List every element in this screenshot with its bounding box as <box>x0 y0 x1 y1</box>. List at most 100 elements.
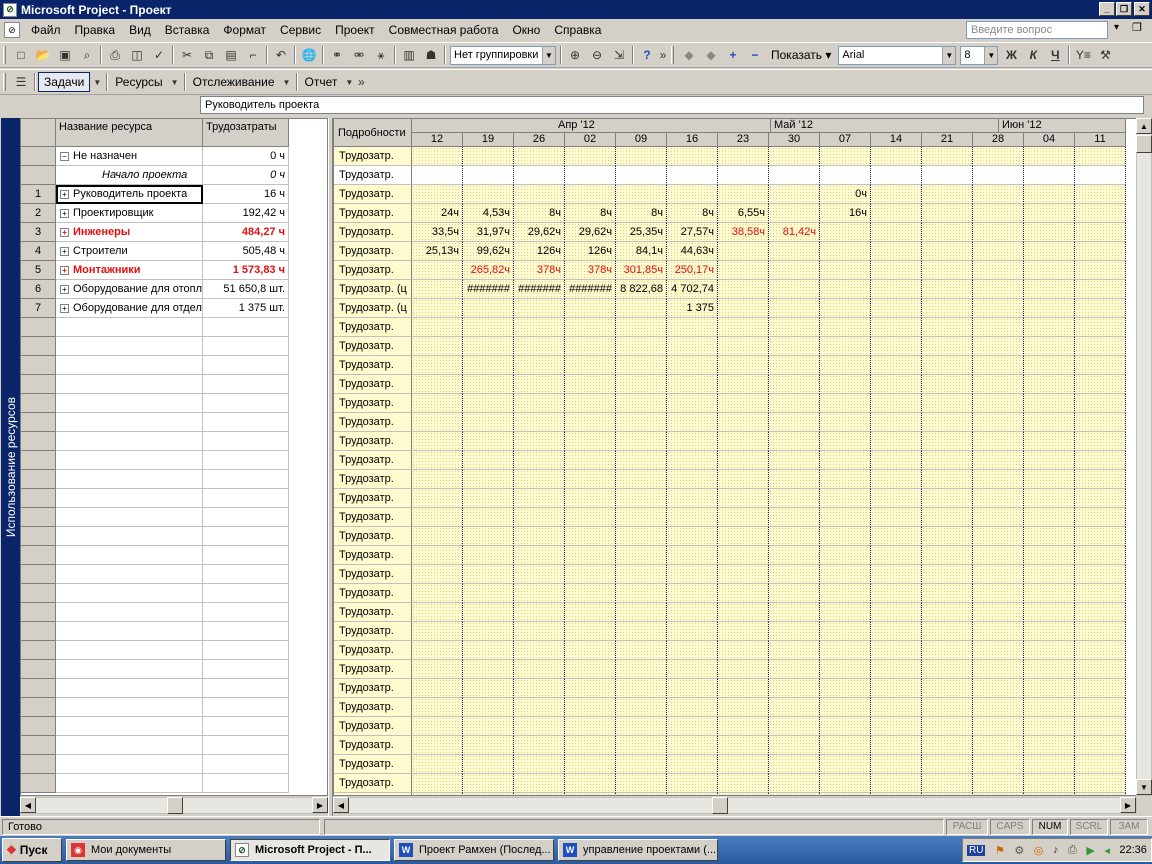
resource-work-cell[interactable]: 505,48 ч <box>203 242 289 261</box>
grid-cell[interactable] <box>871 223 922 242</box>
grid-cell[interactable] <box>1075 622 1126 641</box>
grid-cell[interactable]: 16ч <box>820 204 871 223</box>
grid-cell[interactable] <box>1075 337 1126 356</box>
grid-cell[interactable] <box>514 565 565 584</box>
grid-cell[interactable] <box>667 489 718 508</box>
printer-icon[interactable]: ⎙ <box>1068 844 1077 857</box>
resource-row[interactable] <box>21 489 327 508</box>
grid-cell[interactable] <box>514 736 565 755</box>
grid-cell[interactable] <box>973 774 1024 793</box>
grid-cell[interactable] <box>667 508 718 527</box>
grid-cell[interactable] <box>412 698 463 717</box>
right-horizontal-scrollbar[interactable]: ◀ ▶ <box>333 797 1137 814</box>
grid-cell[interactable] <box>922 451 973 470</box>
row-id[interactable]: 6 <box>21 280 56 299</box>
grid-cell[interactable] <box>667 565 718 584</box>
grid-cell[interactable] <box>820 337 871 356</box>
grid-cell[interactable] <box>1075 299 1126 318</box>
grid-cell[interactable] <box>871 641 922 660</box>
grid-cell[interactable] <box>1024 280 1075 299</box>
grid-cell[interactable] <box>412 603 463 622</box>
grid-cell[interactable] <box>718 394 769 413</box>
grid-cell[interactable] <box>922 755 973 774</box>
grid-cell[interactable] <box>973 489 1024 508</box>
volume-icon[interactable]: ♪ <box>1053 844 1059 856</box>
grid-cell[interactable] <box>973 451 1024 470</box>
grid-cell[interactable] <box>820 318 871 337</box>
grid-cell[interactable] <box>1024 755 1075 774</box>
grid-cell[interactable] <box>973 356 1024 375</box>
week-label[interactable]: 07 <box>820 133 871 147</box>
resource-work-cell[interactable]: 51 650,8 шт. <box>203 280 289 299</box>
grid-cell[interactable] <box>769 470 820 489</box>
grid-cell[interactable] <box>769 622 820 641</box>
grid-cell[interactable] <box>412 375 463 394</box>
grid-cell[interactable] <box>871 698 922 717</box>
week-label[interactable]: 21 <box>922 133 973 147</box>
grid-cell[interactable] <box>820 660 871 679</box>
grid-cell[interactable] <box>973 242 1024 261</box>
grid-cell[interactable] <box>1024 451 1075 470</box>
grid-cell[interactable] <box>718 717 769 736</box>
grid-cell[interactable] <box>973 299 1024 318</box>
grid-cell[interactable] <box>820 299 871 318</box>
grid-cell[interactable] <box>616 774 667 793</box>
grid-cell[interactable] <box>769 451 820 470</box>
grid-cell[interactable] <box>463 185 514 204</box>
grid-cell[interactable] <box>820 166 871 185</box>
resource-row[interactable] <box>21 546 327 565</box>
resource-work-cell[interactable] <box>203 622 289 641</box>
grid-cell[interactable] <box>973 470 1024 489</box>
week-label[interactable]: 11 <box>1075 133 1126 147</box>
grid-cell[interactable] <box>667 755 718 774</box>
grid-cell[interactable] <box>718 356 769 375</box>
grid-cell[interactable]: 29,62ч <box>565 223 616 242</box>
grid-cell[interactable]: 29,62ч <box>514 223 565 242</box>
grid-cell[interactable] <box>718 508 769 527</box>
grid-cell[interactable] <box>565 584 616 603</box>
resource-work-cell[interactable]: 0 ч <box>203 166 289 185</box>
grid-cell[interactable] <box>1024 641 1075 660</box>
grid-cell[interactable]: 378ч <box>514 261 565 280</box>
grid-cell[interactable] <box>820 508 871 527</box>
grid-row[interactable]: Трудозатр. <box>334 470 1136 489</box>
grid-cell[interactable] <box>514 299 565 318</box>
autofilter-icon[interactable]: ⚒ <box>1094 45 1116 65</box>
grid-row[interactable]: Трудозатр. <box>334 147 1136 166</box>
grid-cell[interactable] <box>1024 508 1075 527</box>
grid-cell[interactable] <box>922 204 973 223</box>
resource-name-cell[interactable]: + Инженеры <box>56 223 203 242</box>
grid-cell[interactable] <box>718 242 769 261</box>
grid-cell[interactable] <box>769 546 820 565</box>
grid-cell[interactable] <box>922 793 973 795</box>
grid-cell[interactable] <box>820 622 871 641</box>
grid-cell[interactable] <box>1075 432 1126 451</box>
grid-cell[interactable] <box>1075 413 1126 432</box>
new-icon[interactable]: □ <box>10 45 32 65</box>
grid-cell[interactable] <box>718 147 769 166</box>
resource-row[interactable] <box>21 679 327 698</box>
grid-cell[interactable] <box>820 356 871 375</box>
grid-cell[interactable] <box>463 318 514 337</box>
grid-cell[interactable] <box>718 698 769 717</box>
grid-cell[interactable] <box>871 204 922 223</box>
right-horizontal-scroll-thumb[interactable] <box>712 797 728 814</box>
grid-cell[interactable] <box>616 679 667 698</box>
view-bar[interactable]: Использование ресурсов <box>1 118 20 816</box>
grid-cell[interactable] <box>820 261 871 280</box>
grid-cell[interactable] <box>1024 432 1075 451</box>
grid-cell[interactable] <box>769 660 820 679</box>
row-id[interactable] <box>21 565 56 584</box>
grid-cell[interactable] <box>514 660 565 679</box>
grid-cell[interactable] <box>514 641 565 660</box>
grid-cell[interactable] <box>1075 394 1126 413</box>
grid-cell[interactable] <box>1075 603 1126 622</box>
grid-cell[interactable] <box>1075 280 1126 299</box>
resource-row[interactable]: 3 + Инженеры 484,27 ч <box>21 223 327 242</box>
grid-cell[interactable] <box>718 660 769 679</box>
grid-cell[interactable] <box>565 337 616 356</box>
arrow-right-icon[interactable]: ◆ <box>700 45 722 65</box>
row-id[interactable]: 4 <box>21 242 56 261</box>
grid-cell[interactable] <box>565 793 616 795</box>
grid-cell[interactable] <box>1024 679 1075 698</box>
